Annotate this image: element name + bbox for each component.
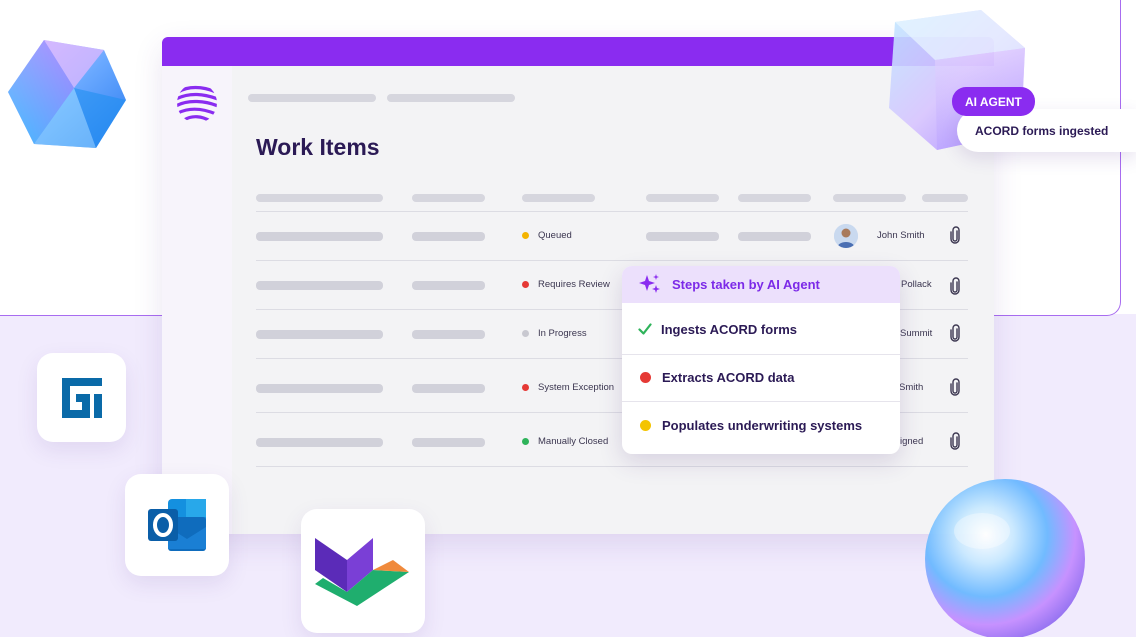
attachment-icon[interactable] <box>949 277 961 295</box>
table-divider <box>256 260 968 261</box>
crystal-gem-decoration <box>8 40 126 148</box>
breadcrumb-placeholder-2 <box>387 94 515 102</box>
cell-placeholder <box>412 330 485 339</box>
column-header-placeholder <box>922 194 968 202</box>
agent-steps-title: Steps taken by AI Agent <box>672 277 820 292</box>
agent-step-label: Ingests ACORD forms <box>661 321 798 337</box>
status-badge: Queued <box>522 230 572 241</box>
status-label: Manually Closed <box>538 436 609 447</box>
step-divider <box>622 401 900 402</box>
agent-step-item: Extracts ACORD data <box>622 366 900 388</box>
status-dot <box>522 232 529 239</box>
outlook-icon <box>148 499 206 551</box>
avatar <box>834 224 858 248</box>
status-badge: Manually Closed <box>522 436 608 447</box>
error-status-dot <box>640 371 651 383</box>
breadcrumb-placeholder-1 <box>248 94 376 102</box>
status-label: Queued <box>538 230 572 241</box>
cell-placeholder <box>646 232 719 241</box>
cell-placeholder <box>256 384 383 393</box>
window-title-bar <box>162 37 994 66</box>
checkmark-icon <box>638 323 652 335</box>
status-dot <box>522 330 529 337</box>
guidewire-app-tile[interactable] <box>37 353 126 442</box>
ai-agent-badge: AI AGENT <box>952 87 1035 116</box>
attachment-icon[interactable] <box>949 324 961 342</box>
status-badge: In Progress <box>522 328 587 339</box>
column-header-placeholder <box>412 194 485 202</box>
agent-step-item: Ingests ACORD forms <box>622 318 900 340</box>
status-dot <box>522 438 529 445</box>
cell-placeholder <box>412 232 485 241</box>
step-divider <box>622 354 900 355</box>
agent-step-item: Populates underwriting systems <box>622 414 900 436</box>
assignee-name: igned <box>900 436 924 447</box>
cell-placeholder <box>412 438 485 447</box>
status-badge: Requires Review <box>522 279 610 290</box>
cell-placeholder <box>256 281 383 290</box>
cell-placeholder <box>256 330 383 339</box>
ai-agent-badge-label: AI AGENT <box>965 94 1022 109</box>
assignee-name: John Smith <box>877 230 925 241</box>
agent-steps-card: Steps taken by AI Agent Ingests ACORD fo… <box>622 266 900 454</box>
brand-logo-icon[interactable] <box>176 82 218 124</box>
attachment-icon[interactable] <box>949 226 961 244</box>
column-header-placeholder <box>646 194 719 202</box>
cell-placeholder <box>412 384 485 393</box>
attachment-icon[interactable] <box>949 432 961 450</box>
glass-sphere-decoration <box>925 479 1085 637</box>
sparkle-icon <box>639 273 660 293</box>
app-sidebar <box>162 66 232 534</box>
cell-placeholder <box>256 232 383 241</box>
status-label: System Exception <box>538 382 615 393</box>
status-label: In Progress <box>538 328 587 339</box>
cell-placeholder <box>738 232 811 241</box>
cell-placeholder <box>256 438 383 447</box>
cell-placeholder <box>412 281 485 290</box>
agent-step-label: Extracts ACORD data <box>662 369 795 385</box>
table-divider <box>256 211 968 212</box>
column-header-placeholder <box>833 194 906 202</box>
agent-step-label: Populates underwriting systems <box>662 417 863 433</box>
assignee-name: Smith <box>899 382 924 393</box>
attachment-icon[interactable] <box>949 378 961 396</box>
partner-logo-icon <box>315 538 409 606</box>
outlook-app-tile[interactable] <box>125 474 229 576</box>
column-header-placeholder <box>738 194 811 202</box>
status-label: Requires Review <box>538 279 610 290</box>
partner-app-tile[interactable] <box>301 509 425 633</box>
assignee-name: Pollack <box>901 279 932 290</box>
column-header-placeholder <box>256 194 383 202</box>
guidewire-icon <box>61 377 102 418</box>
status-badge: System Exception <box>522 382 614 393</box>
pending-status-dot <box>640 419 651 431</box>
ai-agent-event-label: ACORD forms ingested <box>975 123 1109 138</box>
page-title: Work Items <box>256 134 380 160</box>
column-header-placeholder <box>522 194 595 202</box>
status-dot <box>522 384 529 391</box>
status-dot <box>522 281 529 288</box>
table-divider <box>256 466 968 467</box>
agent-steps-header: Steps taken by AI Agent <box>622 266 900 303</box>
